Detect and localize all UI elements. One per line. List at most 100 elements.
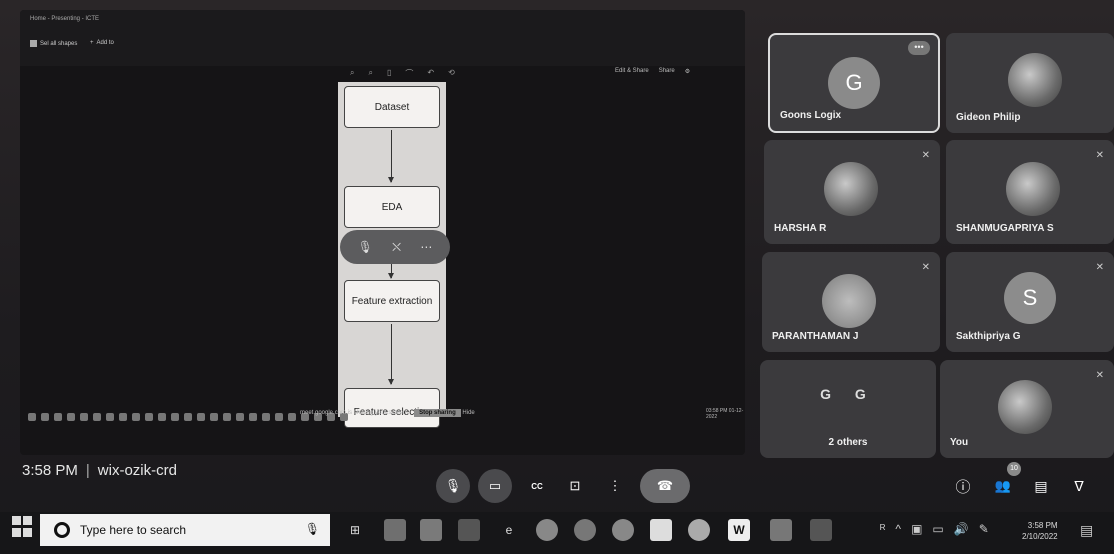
camera-toggle-button[interactable]: ▭ (478, 469, 512, 503)
search-icon (41, 413, 49, 421)
stop-sharing-button[interactable]: Stop sharing (414, 409, 461, 417)
info-icon[interactable]: ⓘ (948, 469, 978, 503)
flow-node-dataset: Dataset (344, 86, 440, 128)
app-icon (119, 413, 127, 421)
settings-icon[interactable]: ⚙ (685, 68, 690, 75)
app-icon[interactable] (612, 519, 634, 541)
file-explorer-icon[interactable] (384, 519, 406, 541)
tray-app-icon[interactable]: ▣ (911, 522, 922, 536)
notification-icon[interactable]: ▤ (1080, 522, 1093, 539)
app-icon (210, 413, 218, 421)
more-options-button[interactable]: ⋮ (600, 469, 630, 503)
chrome-active-icon[interactable] (688, 519, 710, 541)
screen: Home - Presenting - ICTE Sel all shapes … (0, 0, 1114, 554)
chevron-up-icon[interactable]: ^ (895, 522, 901, 536)
rotate-icon[interactable]: ⟲ (448, 68, 455, 79)
app-icon (275, 413, 283, 421)
tile-gideon-philip[interactable]: Gideon Philip (946, 33, 1114, 133)
mic-off-icon: ✕ (1095, 370, 1104, 381)
people-count-badge: 10 (1007, 462, 1021, 476)
participant-name: Goons Logix (780, 110, 842, 121)
tile-goons-logix[interactable]: G ••• Goons Logix (768, 33, 940, 133)
page-icon[interactable]: ▯ (387, 68, 391, 79)
undo-icon[interactable]: ↶ (427, 68, 434, 79)
mic-toggle-button[interactable]: 🎙 (436, 469, 470, 503)
taskbar-search[interactable]: Type here to search 🎙 (40, 514, 330, 546)
flow-node-feature-extraction: Feature extraction (344, 280, 440, 322)
app-icon (171, 413, 179, 421)
app-icon (262, 413, 270, 421)
shared-screen: Home - Presenting - ICTE Sel all shapes … (20, 10, 745, 455)
mic-off-icon: ✕ (921, 150, 930, 161)
people-tray-icon[interactable]: ᴿ (880, 522, 885, 536)
add-button[interactable]: + Add to (90, 40, 114, 46)
app-icon (184, 413, 192, 421)
participant-name: 2 others (828, 437, 868, 448)
app-icon (249, 413, 257, 421)
select-all-button[interactable]: Sel all shapes (30, 40, 77, 47)
app-icon (80, 413, 88, 421)
shared-window-title: Home - Presenting - ICTE (30, 16, 100, 22)
microphone-icon[interactable]: 🎙 (305, 522, 320, 536)
more-options-icon[interactable]: ••• (908, 41, 930, 55)
avatar: S (1004, 272, 1056, 324)
app-icon (223, 413, 231, 421)
chrome-icon[interactable] (536, 519, 558, 541)
store-icon[interactable] (420, 519, 442, 541)
taskbar-clock[interactable]: 3:58 PM 2/10/2022 (1022, 520, 1058, 542)
app-icon[interactable] (574, 519, 596, 541)
windows-icon (28, 413, 36, 421)
share-right-tools: Edit & Share Share ⚙ (615, 68, 690, 75)
tile-paranthaman-j[interactable]: ✕ PARANTHAMAN J (762, 252, 940, 352)
present-button[interactable]: ⊡ (560, 469, 590, 503)
activities-icon[interactable]: ᐁ (1064, 469, 1094, 503)
tile-shanmugapriya-s[interactable]: ✕ SHANMUGAPRIYA S (946, 140, 1114, 244)
clock-time: 3:58 PM (1027, 521, 1058, 530)
mail-icon[interactable] (458, 519, 480, 541)
participant-name: PARANTHAMAN J (772, 331, 859, 342)
plus-icon: + (90, 40, 94, 46)
network-icon[interactable]: ▭ (932, 522, 943, 536)
edit-share-button[interactable]: Edit & Share (615, 68, 649, 75)
meeting-code: wix-ozik-crd (97, 462, 177, 479)
zoom-in-icon[interactable]: ⌕ (350, 68, 354, 79)
tile-sakthipriya-g[interactable]: S ✕ Sakthipriya G (946, 252, 1114, 352)
search-placeholder: Type here to search (80, 523, 187, 537)
hide-notice-button[interactable]: Hide (462, 410, 474, 416)
hide-icon[interactable]: ⛌ (392, 240, 401, 255)
calculator-icon[interactable] (770, 519, 792, 541)
avatar (822, 274, 876, 328)
edge-icon[interactable]: e (498, 519, 520, 541)
app-icon[interactable] (810, 519, 832, 541)
avatar: G (828, 57, 880, 109)
captions-button[interactable]: CC (522, 469, 552, 503)
pen-icon[interactable]: ✎ (979, 522, 989, 536)
windows-start-button[interactable] (12, 516, 34, 538)
more-icon[interactable]: ⋯ (420, 240, 432, 254)
draw-icon[interactable]: ⌒ (405, 68, 413, 79)
zoom-out-icon[interactable]: ⌕ (368, 68, 372, 79)
chat-icon[interactable]: ▤ (1026, 469, 1056, 503)
app-icon (93, 413, 101, 421)
participant-name: Sakthipriya G (956, 331, 1021, 342)
avatar (1006, 162, 1060, 216)
tile-you[interactable]: ✕ You (940, 360, 1114, 458)
app-icon (197, 413, 205, 421)
task-view-icon[interactable]: ⊞ (344, 519, 366, 541)
sharing-notice: meet.google.com is sharing your screen. S… (300, 409, 475, 417)
tile-others[interactable]: G G 2 others (760, 360, 936, 458)
volume-icon[interactable]: 🔊 (954, 522, 969, 536)
tile-harsha-r[interactable]: ✕ HARSHA R (764, 140, 940, 244)
meeting-time: 3:58 PM (22, 462, 78, 479)
avatar (824, 162, 878, 216)
notepad-icon[interactable] (650, 519, 672, 541)
app-icon (158, 413, 166, 421)
app-icon (236, 413, 244, 421)
participant-name: Gideon Philip (956, 112, 1021, 123)
mic-off-icon[interactable]: 🎙 (358, 240, 373, 254)
share-button[interactable]: Share (659, 68, 675, 75)
end-call-button[interactable]: ☎ (640, 469, 690, 503)
participant-name: HARSHA R (774, 223, 827, 234)
select-icon (30, 40, 37, 47)
word-icon[interactable]: W (728, 519, 750, 541)
